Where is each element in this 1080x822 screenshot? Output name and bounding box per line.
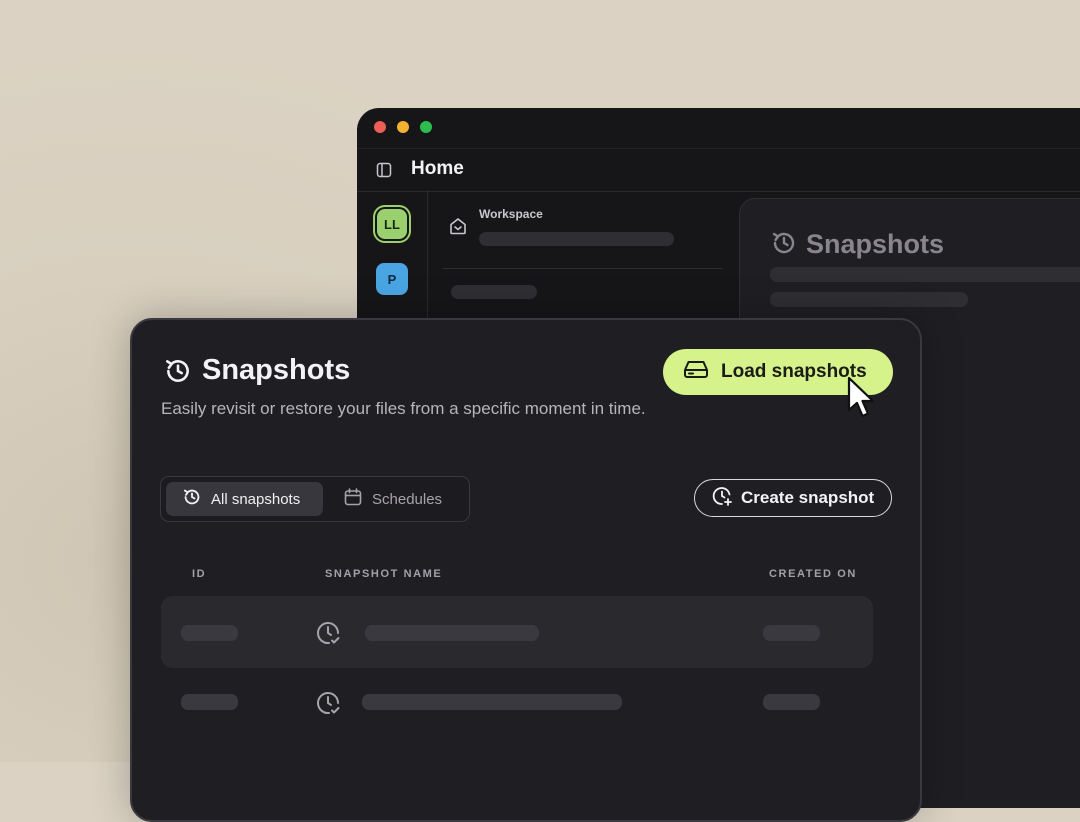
minimize-dot[interactable]: [397, 121, 409, 133]
avatar-workspace-p[interactable]: P: [376, 263, 408, 295]
placeholder-bar: [770, 267, 1080, 282]
placeholder-bar: [770, 292, 968, 307]
divider: [443, 268, 723, 269]
mouse-pointer-icon: [846, 376, 876, 427]
tab-label: All snapshots: [211, 490, 301, 508]
close-dot[interactable]: [374, 121, 386, 133]
column-header-id: ID: [192, 568, 207, 580]
placeholder-bar: [479, 232, 674, 246]
table-row[interactable]: [161, 596, 873, 668]
name-placeholder: [362, 694, 622, 710]
background-card-title: Snapshots: [806, 229, 945, 259]
snapshots-window: Snapshots Easily revisit or restore your…: [130, 318, 922, 822]
maximize-dot[interactable]: [420, 121, 432, 133]
snapshot-tabs: All snapshots Schedules: [160, 476, 470, 522]
placeholder-bar: [451, 285, 537, 299]
id-placeholder: [181, 694, 238, 710]
name-placeholder: [365, 625, 539, 641]
clock-plus-icon: [711, 485, 733, 512]
page-description: Easily revisit or restore your files fro…: [161, 399, 646, 418]
create-snapshot-label: Create snapshot: [741, 488, 875, 507]
sidebar-toggle-icon[interactable]: [376, 162, 392, 183]
avatar-workspace-ll[interactable]: LL: [377, 209, 407, 239]
snapshot-clock-icon: [313, 688, 343, 723]
clock-refresh-icon: [182, 487, 202, 511]
table-row[interactable]: [161, 666, 873, 738]
drive-icon: [683, 358, 709, 386]
page-title: Snapshots: [202, 354, 351, 386]
tab-schedules[interactable]: Schedules: [343, 482, 442, 516]
calendar-icon: [343, 487, 363, 511]
snapshot-clock-icon: [313, 618, 343, 653]
column-header-snapshot-name: SNAPSHOT NAME: [325, 568, 443, 580]
load-snapshots-label: Load snapshots: [721, 361, 867, 382]
home-header: Home: [357, 148, 1080, 192]
column-header-created-on: CREATED ON: [769, 568, 857, 580]
workspace-label: Workspace: [479, 207, 543, 221]
create-snapshot-button[interactable]: Create snapshot: [694, 479, 892, 517]
clock-refresh-icon: [770, 229, 798, 262]
clock-refresh-icon: [163, 356, 193, 391]
workspace-home-icon: [448, 216, 468, 241]
page-title: Home: [411, 158, 464, 179]
tab-label: Schedules: [372, 490, 443, 508]
id-placeholder: [181, 625, 238, 641]
date-placeholder: [763, 625, 820, 641]
window-controls: [374, 121, 432, 133]
tab-all-snapshots[interactable]: All snapshots: [166, 482, 323, 516]
date-placeholder: [763, 694, 820, 710]
